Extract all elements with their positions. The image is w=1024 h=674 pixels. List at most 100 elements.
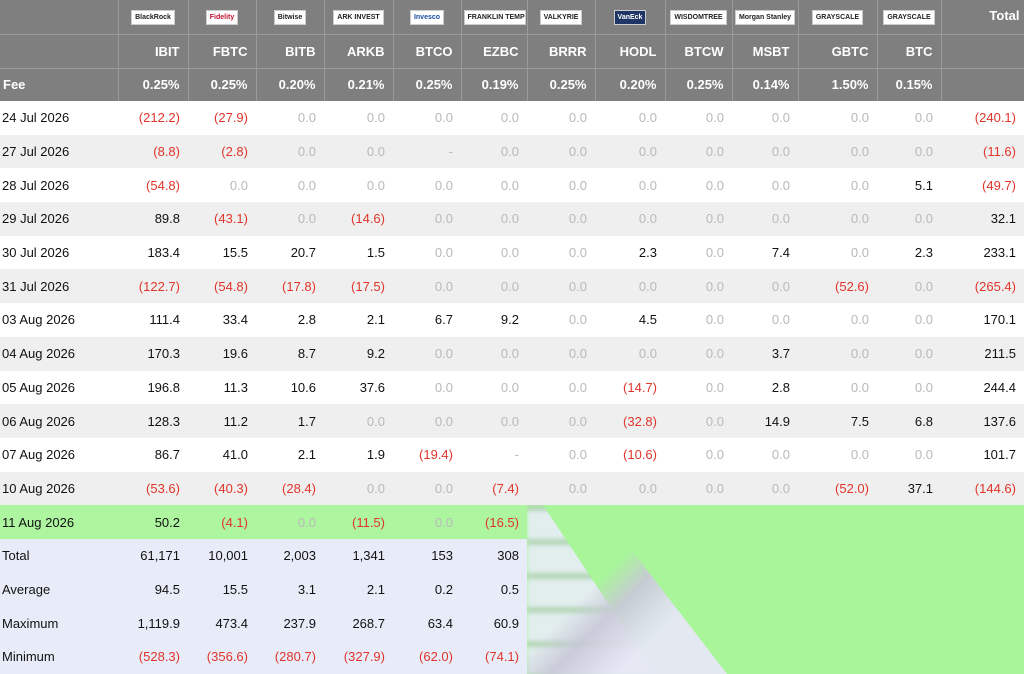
summary-cell: 15.5 — [188, 572, 256, 607]
ticker-header: GBTC — [798, 33, 878, 68]
flow-cell: 0.0 — [595, 202, 665, 236]
flow-cell: (27.9) — [188, 101, 256, 135]
fee-label: Fee — [0, 67, 119, 101]
flow-cell: 0.0 — [393, 235, 461, 270]
flow-cell: 0.0 — [527, 202, 595, 236]
flow-cell: (16.5) — [461, 505, 527, 539]
flow-cell: 6.7 — [393, 303, 461, 337]
issuer-logo-cell: FRANKLIN TEMPLETON — [461, 0, 528, 34]
flow-cell: 0.0 — [798, 101, 877, 135]
flow-cell: 0.0 — [732, 303, 798, 337]
fee-row: Fee 0.25% 0.25% 0.20% 0.21% 0.25% 0.19% 0.25% 0… — [0, 67, 1024, 101]
summary-label: Maximum — [0, 606, 118, 640]
flow-cell: 3.7 — [732, 336, 798, 371]
ticker-header: BITB — [256, 33, 325, 68]
summary-cell: 1,341 — [324, 538, 393, 573]
flow-cell: - — [461, 437, 527, 472]
flow-cell: 0.0 — [527, 370, 595, 405]
flow-cell: 9.2 — [324, 336, 393, 371]
fee-cell: 0.25% — [527, 67, 596, 101]
flow-cell: 11.2 — [188, 404, 256, 438]
row-total-cell: 244.4 — [941, 370, 1024, 405]
flow-cell: 0.0 — [256, 202, 324, 236]
fee-cell: 1.50% — [798, 67, 878, 101]
date-cell: 31 Jul 2026 — [0, 269, 118, 304]
fee-cell: 0.25% — [188, 67, 257, 101]
table-row: 27 Jul 2026 (8.8) (2.8) 0.0 0.0-0.0 0.0 0.0 0.0… — [0, 134, 1024, 169]
flow-cell: 0.0 — [595, 101, 665, 135]
issuer-logo-cell: Invesco — [393, 0, 462, 34]
flow-cell: (52.6) — [798, 269, 877, 304]
row-total-cell: 101.7 — [941, 437, 1024, 472]
summary-cell: 237.9 — [256, 606, 324, 640]
summary-cell: 63.4 — [393, 606, 461, 640]
flow-cell: (40.3) — [188, 471, 256, 506]
row-total-cell: 233.1 — [941, 235, 1024, 270]
flow-cell: 15.5 — [188, 235, 256, 270]
flow-cell: 0.0 — [665, 437, 732, 472]
flow-cell: 0.0 — [877, 303, 941, 337]
flow-cell: 0.0 — [461, 202, 527, 236]
fee-cell: 0.14% — [732, 67, 799, 101]
fee-cell: 0.21% — [324, 67, 394, 101]
fee-cell: 0.19% — [461, 67, 528, 101]
flow-cell: 0.0 — [461, 370, 527, 405]
summary-cell: 268.7 — [324, 606, 393, 640]
flow-cell: (54.8) — [188, 269, 256, 304]
table-header: BlackRock Fidelity Bitwise ARK INVEST Invesc… — [0, 0, 1024, 101]
flow-cell: 2.3 — [877, 235, 941, 270]
summary-cell: (62.0) — [393, 640, 461, 674]
flow-cell: 0.0 — [665, 404, 732, 438]
flow-cell: 2.1 — [324, 303, 393, 337]
row-total-cell: (240.1) — [941, 101, 1024, 135]
issuer-logo-cell: WISDOMTREE — [665, 0, 733, 34]
ticker-header: BRRR — [527, 33, 596, 68]
flow-cell: 37.6 — [324, 370, 393, 405]
flow-cell: 0.0 — [256, 168, 324, 203]
row-total-cell: 32.1 — [941, 202, 1024, 236]
date-cell: 11 Aug 2026 — [0, 505, 118, 539]
issuer-logo-cell: ARK INVEST — [324, 0, 394, 34]
header-blank — [941, 33, 1024, 68]
flow-cell: 0.0 — [461, 404, 527, 438]
flow-cell: (17.8) — [256, 269, 324, 304]
flow-cell: (17.5) — [324, 269, 393, 304]
ticker-row: IBIT FBTC BITB ARKB BTCO EZBC BRRR HODL BTCW MSBT… — [0, 33, 1024, 68]
table-row: 24 Jul 2026 (212.2) (27.9) 0.0 0.0 0.0 0.0 0.0 0… — [0, 101, 1024, 135]
table-row: 03 Aug 2026 111.4 33.4 2.8 2.1 6.7 9.2 0.0 4.5 0.… — [0, 303, 1024, 337]
issuer-logo-cell: Bitwise — [256, 0, 325, 34]
flow-cell: 0.0 — [798, 336, 877, 371]
date-cell: 29 Jul 2026 — [0, 202, 118, 236]
summary-label: Minimum — [0, 640, 118, 674]
flow-cell: - — [393, 134, 461, 169]
row-total-cell: (265.4) — [941, 269, 1024, 304]
issuer-logo-cell: Fidelity — [188, 0, 257, 34]
flow-cell: 0.0 — [877, 134, 941, 169]
issuer-logo-cell: VanEck — [595, 0, 666, 34]
table-row: 07 Aug 2026 86.7 41.0 2.1 1.9 (19.4) -0.0 (10.6… — [0, 437, 1024, 472]
flow-cell: 1.7 — [256, 404, 324, 438]
flow-cell: 0.0 — [324, 404, 393, 438]
row-total-cell: 211.5 — [941, 336, 1024, 371]
fee-cell: 0.25% — [118, 67, 189, 101]
flow-cell: (14.6) — [324, 202, 393, 236]
flow-cell: 111.4 — [118, 303, 188, 337]
flow-cell: 0.0 — [527, 404, 595, 438]
flow-cell: (4.1) — [188, 505, 256, 539]
date-cell: 06 Aug 2026 — [0, 404, 118, 438]
flow-cell: 0.0 — [798, 437, 877, 472]
summary-cell: 308 — [461, 538, 527, 573]
flow-cell: 0.0 — [393, 269, 461, 304]
flow-cell: 0.0 — [393, 505, 461, 539]
date-cell: 04 Aug 2026 — [0, 336, 118, 371]
header-blank — [941, 67, 1024, 101]
flow-cell: (52.0) — [798, 471, 877, 506]
flow-cell: 0.0 — [798, 303, 877, 337]
flow-cell: 9.2 — [461, 303, 527, 337]
table-row: 28 Jul 2026 (54.8) 0.0 0.0 0.0 0.0 0.0 0.0 0.0 0.… — [0, 168, 1024, 203]
row-total-cell: (144.6) — [941, 471, 1024, 506]
summary-cell: 2.1 — [324, 572, 393, 607]
issuer-logo: Invesco — [409, 9, 445, 25]
flow-cell: 0.0 — [732, 202, 798, 236]
summary-label: Average — [0, 572, 118, 607]
